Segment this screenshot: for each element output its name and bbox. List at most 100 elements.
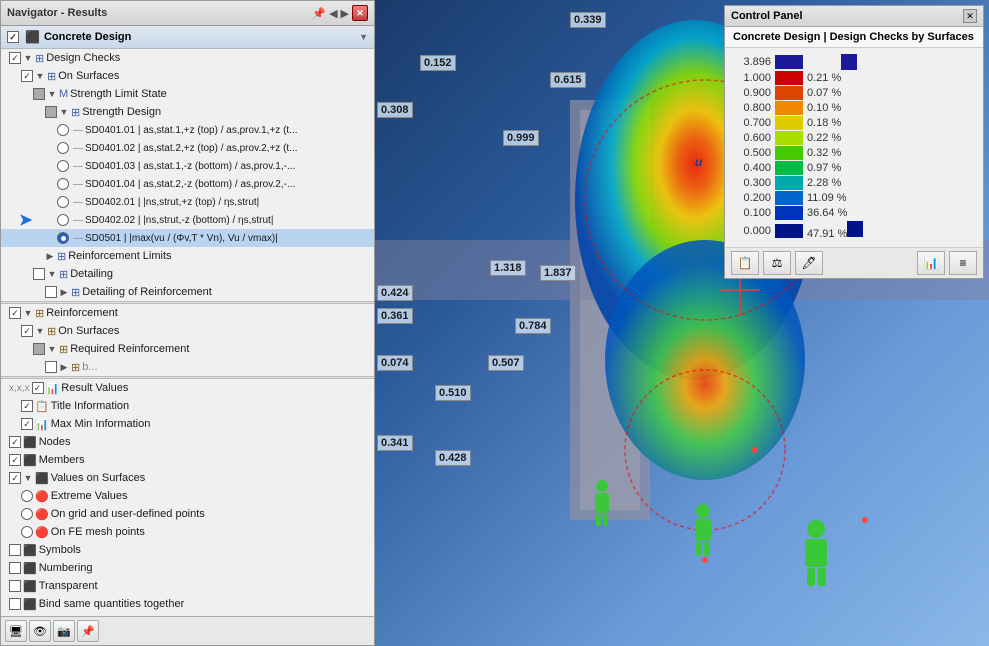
- cp-btn-1[interactable]: 📋: [731, 251, 759, 275]
- symbols-item[interactable]: ⬛ Symbols: [1, 541, 374, 559]
- on-surfaces2-arrow[interactable]: ▼: [35, 326, 45, 336]
- sub-reinf-arrow[interactable]: ▶: [59, 362, 69, 372]
- extreme-values-radio[interactable]: [21, 490, 33, 502]
- on-surfaces-checkbox[interactable]: [21, 70, 33, 82]
- detailing-arrow[interactable]: ▼: [47, 269, 57, 279]
- pin-bottom-button[interactable]: 📌: [77, 620, 99, 642]
- symbols-checkbox[interactable]: [9, 544, 21, 556]
- numbering-checkbox[interactable]: [9, 562, 21, 574]
- detailing-reinf-arrow[interactable]: ▶: [59, 287, 69, 297]
- on-fe-mesh-item[interactable]: 🔴 On FE mesh points: [1, 523, 374, 541]
- on-surfaces-item[interactable]: ▼ ⊞ On Surfaces: [1, 67, 374, 85]
- expand-section-icon[interactable]: ▼: [359, 32, 368, 42]
- detailing-item[interactable]: ▼ ⊞ Detailing: [1, 265, 374, 283]
- strength-limit-checkbox[interactable]: [33, 88, 45, 100]
- nav-left-icon[interactable]: ◀: [329, 7, 337, 20]
- numbering-item[interactable]: ⬛ Numbering: [1, 559, 374, 577]
- reinforcement-arrow[interactable]: ▼: [23, 308, 33, 318]
- sd0501-radio[interactable]: [57, 232, 69, 244]
- reinforcement-item[interactable]: ▼ ⊞ Reinforcement: [1, 304, 374, 322]
- required-reinf-arrow[interactable]: ▼: [47, 344, 57, 354]
- maxmin-info-item[interactable]: 📊 Max Min Information: [1, 415, 374, 433]
- transparent-item[interactable]: ⬛ Transparent: [1, 577, 374, 595]
- members-icon: ⬛: [23, 454, 37, 467]
- cp-header-text: Concrete Design | Design Checks by Surfa…: [725, 27, 983, 48]
- sd040201-radio[interactable]: [57, 196, 69, 208]
- strength-design-arrow[interactable]: ▼: [59, 107, 69, 117]
- sd040102-item[interactable]: — SD0401.02 | as,stat.2,+z (top) / as,pr…: [1, 139, 374, 157]
- sd040103-item[interactable]: — SD0401.03 | as,stat.1,-z (bottom) / as…: [1, 157, 374, 175]
- strength-limit-arrow[interactable]: ▼: [47, 89, 57, 99]
- on-grid-item[interactable]: 🔴 On grid and user-defined points: [1, 505, 374, 523]
- design-checks-item[interactable]: ▼ ⊞ Design Checks: [1, 49, 374, 67]
- nodes-item[interactable]: ⬛ Nodes: [1, 433, 374, 451]
- maxmin-info-checkbox[interactable]: [21, 418, 33, 430]
- bind-same-checkbox[interactable]: [9, 598, 21, 610]
- required-reinf-checkbox[interactable]: [33, 343, 45, 355]
- section-checkbox[interactable]: [7, 31, 19, 43]
- monitor-button[interactable]: 🖥: [5, 620, 27, 642]
- detailing-reinf-item[interactable]: ▶ ⊞ Detailing of Reinforcement: [1, 283, 374, 301]
- title-info-item[interactable]: 📋 Title Information: [1, 397, 374, 415]
- sd040202-radio[interactable]: [57, 214, 69, 226]
- sd040101-radio[interactable]: [57, 124, 69, 136]
- result-values-item[interactable]: x,x,x 📊 Result Values: [1, 379, 374, 397]
- sd040102-radio[interactable]: [57, 142, 69, 154]
- sd040104-item[interactable]: — SD0401.04 | as,stat.2,-z (bottom) / as…: [1, 175, 374, 193]
- cp-close-button[interactable]: ✕: [963, 9, 977, 23]
- sd040104-radio[interactable]: [57, 178, 69, 190]
- on-surfaces2-item[interactable]: ▼ ⊞ On Surfaces: [1, 322, 374, 340]
- nav-right-icon[interactable]: ▶: [341, 7, 349, 20]
- legend-value-11: 0.000: [733, 225, 771, 237]
- design-checks-checkbox[interactable]: [9, 52, 21, 64]
- strength-design-item[interactable]: ▼ ⊞ Strength Design: [1, 103, 374, 121]
- extreme-values-item[interactable]: 🔴 Extreme Values: [1, 487, 374, 505]
- sd040202-item[interactable]: — SD0402.02 | |ns,strut,-z (bottom) / ηs…: [1, 211, 374, 229]
- required-reinf-item[interactable]: ▼ ⊞ Required Reinforcement: [1, 340, 374, 358]
- sd040103-radio[interactable]: [57, 160, 69, 172]
- members-item[interactable]: ⬛ Members: [1, 451, 374, 469]
- reinf-limits-arrow[interactable]: ▶: [45, 251, 55, 261]
- reinforcement-checkbox[interactable]: [9, 307, 21, 319]
- values-surfaces-checkbox[interactable]: [9, 472, 21, 484]
- cp-btn-2[interactable]: ⚖: [763, 251, 791, 275]
- eye-button[interactable]: 👁: [29, 620, 51, 642]
- nodes-checkbox[interactable]: [9, 436, 21, 448]
- camera-button[interactable]: 📷: [53, 620, 75, 642]
- on-surfaces2-checkbox[interactable]: [21, 325, 33, 337]
- legend-bar-5: [775, 131, 803, 145]
- sub-reinf-item[interactable]: ▶ ⊞ b...: [1, 358, 374, 376]
- sub-reinf-label: b...: [82, 361, 97, 373]
- cp-btn-3[interactable]: 🖊: [795, 251, 823, 275]
- on-surfaces2-icon: ⊞: [47, 325, 56, 338]
- sd040101-item[interactable]: — SD0401.01 | as,stat.1,+z (top) / as,pr…: [1, 121, 374, 139]
- cp-btn-5[interactable]: ≡: [949, 251, 977, 275]
- design-checks-arrow[interactable]: ▼: [23, 53, 33, 63]
- on-surfaces-arrow[interactable]: ▼: [35, 71, 45, 81]
- close-button[interactable]: ✕: [352, 5, 368, 21]
- detailing-reinf-checkbox[interactable]: [45, 286, 57, 298]
- transparent-checkbox[interactable]: [9, 580, 21, 592]
- pin-icon[interactable]: 📌: [312, 7, 326, 20]
- members-checkbox[interactable]: [9, 454, 21, 466]
- sub-reinf-checkbox[interactable]: [45, 361, 57, 373]
- bind-same-item[interactable]: ⬛ Bind same quantities together: [1, 595, 374, 613]
- on-grid-radio[interactable]: [21, 508, 33, 520]
- legend-pct-4: 0.18 %: [807, 117, 857, 129]
- result-values-checkbox[interactable]: [32, 382, 44, 394]
- cp-btn-4[interactable]: 📊: [917, 251, 945, 275]
- values-surfaces-arrow[interactable]: ▼: [23, 473, 33, 483]
- sd040202-dash: —: [71, 215, 85, 226]
- figure-2: [695, 504, 711, 556]
- detailing-checkbox[interactable]: [33, 268, 45, 280]
- sd040201-item[interactable]: — SD0402.01 | |ns,strut,+z (top) / ηs,st…: [1, 193, 374, 211]
- reinf-limits-item[interactable]: ▶ ⊞ Reinforcement Limits: [1, 247, 374, 265]
- blue-arrow-icon: ➤: [19, 210, 32, 230]
- strength-design-checkbox[interactable]: [45, 106, 57, 118]
- values-surfaces-item[interactable]: ▼ ⬛ Values on Surfaces: [1, 469, 374, 487]
- sd0501-item[interactable]: — SD0501 | |max(vu / (Φv,T * Vn), Vu / v…: [1, 229, 374, 247]
- on-fe-mesh-radio[interactable]: [21, 526, 33, 538]
- strength-limit-item[interactable]: ▼ M Strength Limit State: [1, 85, 374, 103]
- figure-1: [595, 480, 609, 526]
- title-info-checkbox[interactable]: [21, 400, 33, 412]
